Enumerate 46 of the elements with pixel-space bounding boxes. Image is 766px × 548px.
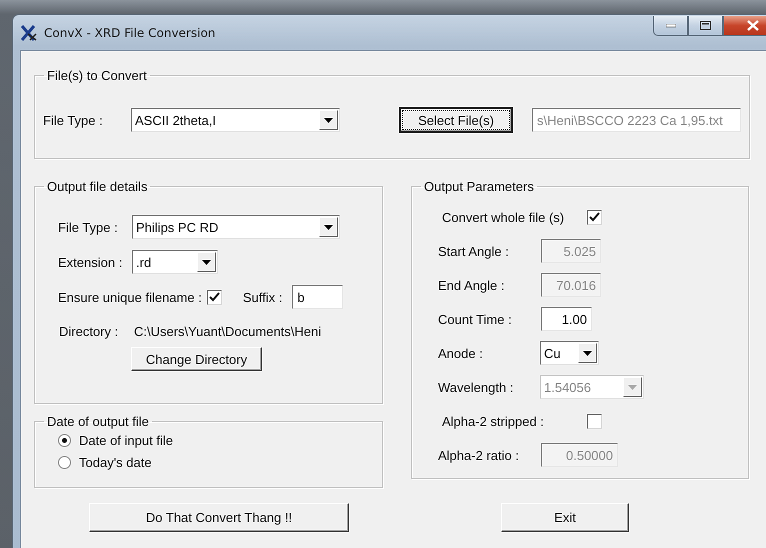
option-label: Convert whole file (s) [442, 210, 566, 224]
close-button[interactable] [723, 16, 766, 36]
parameter-label: Anode : [438, 346, 484, 360]
exit-button[interactable]: Exit [501, 503, 629, 532]
group-title: File(s) to Convert [46, 68, 148, 83]
parameter-label: Count Time : [438, 312, 513, 326]
check-icon [589, 212, 600, 222]
file-type-label: File Type : [58, 220, 119, 234]
option-checkbox[interactable] [587, 210, 602, 224]
directory-label: Directory : [59, 324, 120, 338]
output-type-dropdown[interactable]: Philips PC RD [132, 215, 340, 239]
parameter-label: Alpha-2 ratio : [438, 448, 520, 462]
unique-filename-checkbox[interactable] [206, 290, 222, 304]
extension-label: Extension : [58, 254, 124, 270]
option-label: Alpha-2 stripped : [442, 414, 545, 428]
radio-label: Date of input file [79, 432, 173, 448]
close-icon [747, 20, 759, 31]
group-title: Output Parameters [423, 179, 535, 194]
extension-dropdown[interactable]: .rd [132, 250, 218, 274]
radio-button[interactable] [58, 456, 71, 468]
file-type-dropdown[interactable]: ASCII 2theta,I [131, 108, 340, 132]
parameter-dropdown[interactable]: Cu [540, 341, 599, 365]
group-title: Output file details [46, 179, 148, 194]
select-files-button[interactable]: Select File(s) [399, 107, 513, 133]
minimize-icon [666, 24, 676, 28]
radio-label: Today's date [79, 454, 152, 470]
window-title: ConvX - XRD File Conversion [44, 26, 216, 40]
app-icon [20, 24, 38, 42]
change-directory-button[interactable]: Change Directory [131, 347, 262, 371]
maximize-button[interactable] [688, 16, 723, 36]
group-title: Date of output file [46, 414, 150, 429]
option-checkbox[interactable] [587, 414, 602, 428]
parameter-label: End Angle : [438, 278, 506, 292]
unique-filename-label: Ensure unique filename : [58, 290, 202, 304]
radio-button[interactable] [58, 434, 71, 446]
suffix-label: Suffix : [242, 290, 282, 304]
suffix-field[interactable]: b [292, 285, 344, 309]
parameter-field[interactable]: 1.00 [541, 307, 592, 331]
check-icon [208, 292, 220, 302]
maximize-icon [700, 21, 711, 30]
parameter-label: Start Angle : [438, 244, 510, 258]
minimize-button[interactable] [653, 16, 688, 36]
directory-path: C:\Users\Yuant\Documents\Heni [134, 324, 322, 338]
convert-button[interactable]: Do That Convert Thang !! [89, 503, 349, 532]
file-type-label: File Type : [43, 112, 104, 128]
parameter-label: Wavelength : [438, 380, 514, 394]
